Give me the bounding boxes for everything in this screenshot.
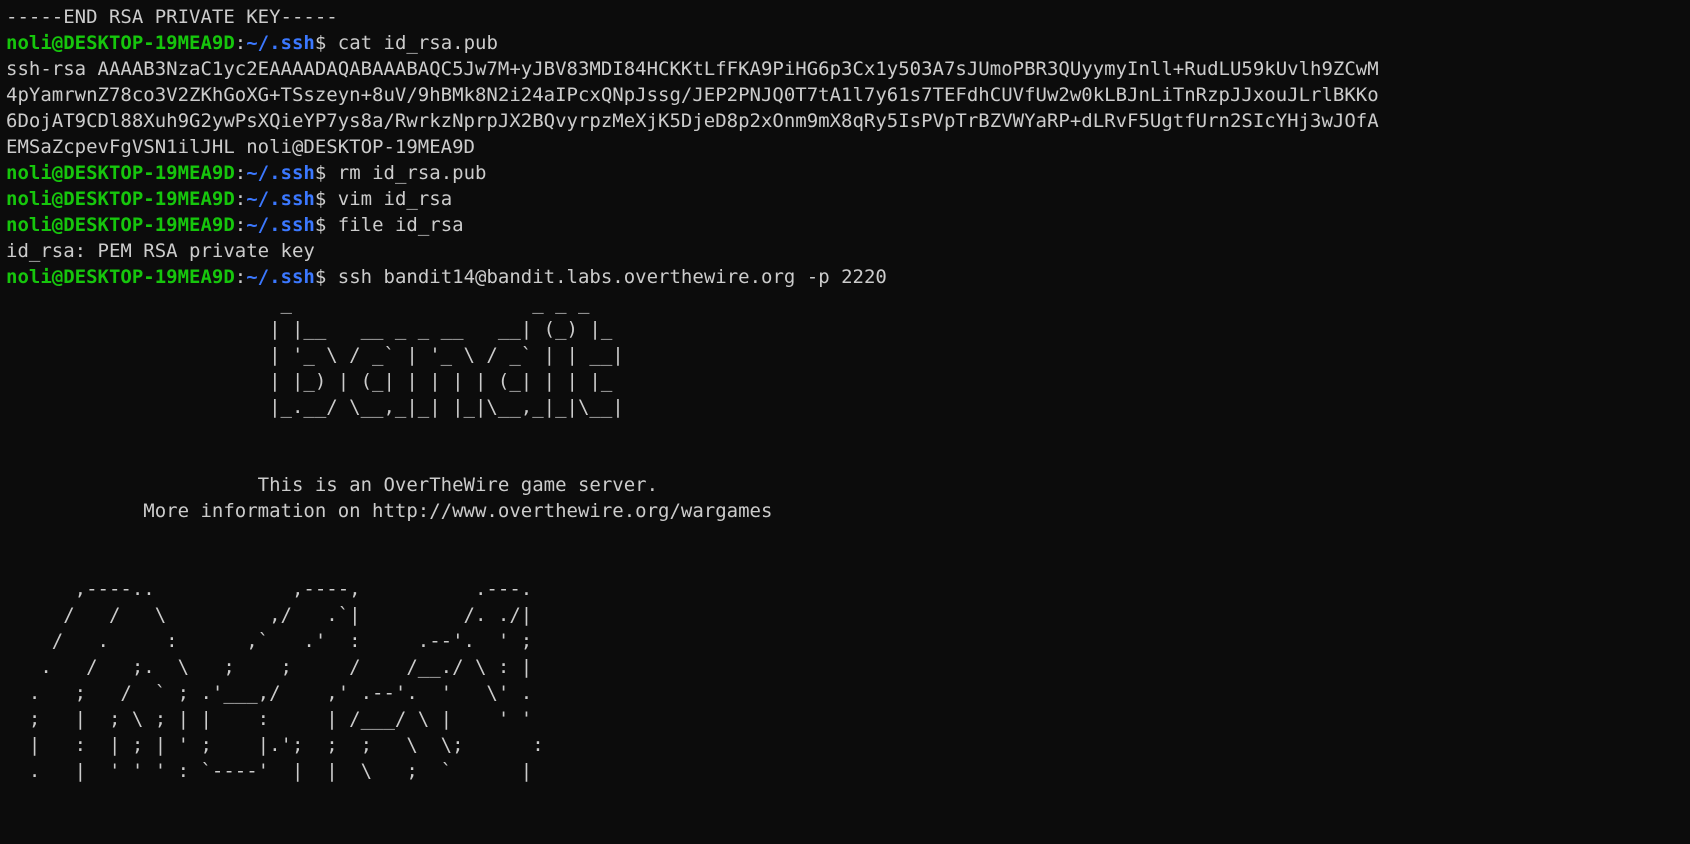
output-text: -----END RSA PRIVATE KEY----- [6,6,338,28]
prompt-line: noli@DESKTOP-19MEA9D:~/.ssh$ file id_rsa [6,212,1690,238]
prompt-symbol: $ [314,162,338,184]
prompt-path: ~/.ssh [246,162,315,184]
output-text: More information on http://www.overthewi… [6,500,773,522]
prompt-command: file id_rsa [337,214,464,236]
output-text: ssh-rsa AAAAB3NzaC1yc2EAAAADAQABAAABAQC5… [6,58,1379,80]
output-text: | |__ __ _ _ __ __| (_) |_ [6,318,613,340]
prompt-user-host: noli@DESKTOP-19MEA9D [6,162,235,184]
output-text: ,----.. ,----, .---. [6,578,533,600]
output-text: |_.__/ \__,_|_| |_|\__,_|_|\__| [6,396,624,418]
output-line: id_rsa: PEM RSA private key [6,238,1690,264]
prompt-user-host: noli@DESKTOP-19MEA9D [6,214,235,236]
terminal-output: -----END RSA PRIVATE KEY----- noli@DESKTO… [6,4,1690,784]
prompt-line: noli@DESKTOP-19MEA9D:~/.ssh$ ssh bandit1… [6,264,1690,290]
prompt-line: noli@DESKTOP-19MEA9D:~/.ssh$ rm id_rsa.p… [6,160,1690,186]
output-line: ; | ; \ ; | | : | /___/ \ | ' ' [6,706,1690,732]
output-line: This is an OverTheWire game server. [6,472,1690,498]
output-line: | |__ __ _ _ __ __| (_) |_ [6,316,1690,342]
prompt-separator: : [234,32,247,54]
output-text: . / ;. \ ; ; / /__./ \ : | [6,656,533,678]
output-text: . ; / ` ; .'___,/ ,' .--'. ' \' . [6,682,533,704]
output-line: ,----.. ,----, .---. [6,576,1690,602]
prompt-path: ~/.ssh [246,32,315,54]
prompt-separator: : [234,214,247,236]
output-text: | : | ; | ' ; |.'; ; ; \ \; : [6,734,544,756]
output-text: id_rsa: PEM RSA private key [6,240,315,262]
output-line: |_.__/ \__,_|_| |_|\__,_|_|\__| [6,394,1690,420]
prompt-path: ~/.ssh [246,214,315,236]
output-text: | '_ \ / _` | '_ \ / _` | | __| [6,344,624,366]
output-line: . / ;. \ ; ; / /__./ \ : | [6,654,1690,680]
output-line: . ; / ` ; .'___,/ ,' .--'. ' \' . [6,680,1690,706]
prompt-symbol: $ [314,266,338,288]
output-text: / . : ,` .' : .--'. ' ; [6,630,533,652]
prompt-user-host: noli@DESKTOP-19MEA9D [6,188,235,210]
prompt-separator: : [234,162,247,184]
prompt-symbol: $ [314,32,338,54]
output-line: | '_ \ / _` | '_ \ / _` | | __| [6,342,1690,368]
output-text: 4pYamrwnZ78co3V2ZKhGoXG+TSszeyn+8uV/9hBM… [6,84,1379,106]
prompt-command: cat id_rsa.pub [337,32,498,54]
output-line: | : | ; | ' ; |.'; ; ; \ \; : [6,732,1690,758]
output-text: _ _ _ _ [6,292,590,314]
prompt-path: ~/.ssh [246,266,315,288]
output-text: ; | ; \ ; | | : | /___/ \ | ' ' [6,708,533,730]
output-line: -----END RSA PRIVATE KEY----- [6,4,1690,30]
output-line: / . : ,` .' : .--'. ' ; [6,628,1690,654]
output-line: 6DojAT9CDl88Xuh9G2ywPsXQieYP7ys8a/RwrkzN… [6,108,1690,134]
prompt-user-host: noli@DESKTOP-19MEA9D [6,266,235,288]
output-line: More information on http://www.overthewi… [6,498,1690,524]
output-line: 4pYamrwnZ78co3V2ZKhGoXG+TSszeyn+8uV/9hBM… [6,82,1690,108]
prompt-line: noli@DESKTOP-19MEA9D:~/.ssh$ cat id_rsa.… [6,30,1690,56]
output-line: . | ' ' ' : `----' | | \ ; ` | [6,758,1690,784]
prompt-line: noli@DESKTOP-19MEA9D:~/.ssh$ vim id_rsa [6,186,1690,212]
output-text: / / \ ,/ .`| /. ./| [6,604,533,626]
terminal-window[interactable]: -----END RSA PRIVATE KEY----- noli@DESKTO… [0,0,1690,844]
prompt-separator: : [234,266,247,288]
prompt-symbol: $ [314,188,338,210]
output-line: _ _ _ _ [6,290,1690,316]
prompt-symbol: $ [314,214,338,236]
output-line: EMSaZcpevFgVSN1ilJHL noli@DESKTOP-19MEA9… [6,134,1690,160]
prompt-command: ssh bandit14@bandit.labs.overthewire.org… [337,266,887,288]
output-line: / / \ ,/ .`| /. ./| [6,602,1690,628]
output-text: . | ' ' ' : `----' | | \ ; ` | [6,760,533,782]
prompt-path: ~/.ssh [246,188,315,210]
output-text: This is an OverTheWire game server. [6,474,659,496]
prompt-command: vim id_rsa [337,188,453,210]
prompt-user-host: noli@DESKTOP-19MEA9D [6,32,235,54]
output-line: | |_) | (_| | | | | (_| | | |_ [6,368,1690,394]
prompt-separator: : [234,188,247,210]
output-text: | |_) | (_| | | | | (_| | | |_ [6,370,613,392]
output-text: 6DojAT9CDl88Xuh9G2ywPsXQieYP7ys8a/RwrkzN… [6,110,1379,132]
prompt-command: rm id_rsa.pub [337,162,487,184]
output-line: ssh-rsa AAAAB3NzaC1yc2EAAAADAQABAAABAQC5… [6,56,1690,82]
output-text: EMSaZcpevFgVSN1ilJHL noli@DESKTOP-19MEA9… [6,136,475,158]
